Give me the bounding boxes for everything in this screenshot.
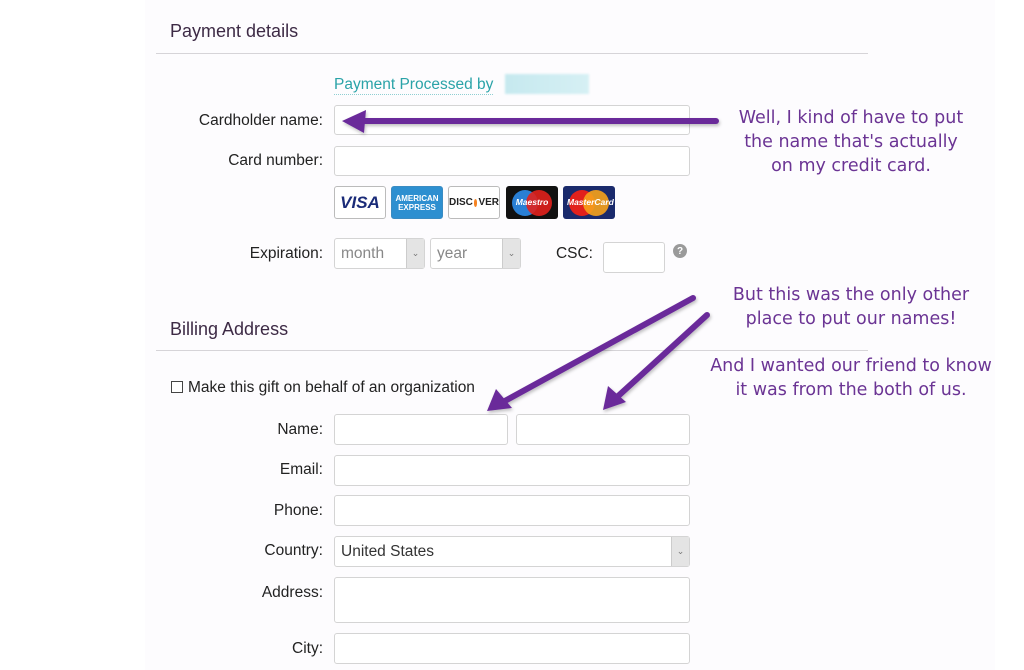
- payment-details-heading: Payment details: [170, 21, 299, 41]
- expiration-month-select[interactable]: month ⌄: [334, 238, 425, 269]
- organization-checkbox[interactable]: [171, 381, 183, 393]
- country-selected-value: United States: [341, 542, 435, 560]
- chevron-down-icon: ⌄: [671, 537, 689, 566]
- payment-processed-by-link[interactable]: Payment Processed by: [334, 76, 494, 95]
- discover-text-post: VER: [478, 197, 499, 208]
- visa-card-icon: VISA: [334, 186, 386, 219]
- email-label: Email:: [279, 461, 323, 478]
- name-label: Name:: [277, 421, 323, 438]
- city-input[interactable]: [334, 633, 690, 664]
- discover-text-pre: DISC: [449, 197, 473, 208]
- mastercard-text: MasterCard: [567, 196, 614, 207]
- note2-line2: place to put our names!: [745, 309, 957, 329]
- discover-dot: [473, 198, 478, 207]
- last-name-input[interactable]: [516, 414, 690, 445]
- country-label: Country:: [264, 542, 323, 559]
- year-selected-value: year: [437, 244, 468, 262]
- country-select[interactable]: United States ⌄: [334, 536, 690, 567]
- billing-divider: [156, 350, 868, 351]
- address-label: Address:: [261, 584, 323, 601]
- chevron-down-icon: ⌄: [502, 239, 520, 268]
- city-label: City:: [292, 640, 323, 657]
- billing-address-heading: Billing Address: [170, 319, 289, 339]
- mastercard-card-icon: MasterCard: [563, 186, 615, 219]
- organization-checkbox-label[interactable]: Make this gift on behalf of an organizat…: [188, 379, 475, 397]
- payment-divider: [156, 53, 868, 54]
- cardholder-name-input[interactable]: [334, 105, 690, 135]
- redacted-processor-name: [505, 74, 589, 94]
- email-input[interactable]: [334, 455, 690, 486]
- annotation-note-names: But this was the only other place to put…: [706, 283, 996, 331]
- annotation-note-friend: And I wanted our friend to know it was f…: [686, 354, 1016, 402]
- expiration-year-select[interactable]: year ⌄: [430, 238, 521, 269]
- maestro-card-icon: Maestro: [506, 186, 558, 219]
- card-number-input[interactable]: [334, 146, 690, 176]
- expiration-label: Expiration:: [249, 245, 323, 262]
- phone-label: Phone:: [273, 502, 323, 519]
- maestro-text: Maestro: [515, 196, 549, 207]
- cardholder-name-label: Cardholder name:: [198, 112, 323, 129]
- discover-card-icon: DISC VER: [448, 186, 500, 219]
- month-selected-value: month: [341, 244, 385, 262]
- amex-line1: AMERICAN: [395, 193, 439, 203]
- visa-text: VISA: [340, 192, 380, 212]
- card-number-label: Card number:: [228, 152, 323, 169]
- first-name-input[interactable]: [334, 414, 508, 445]
- csc-input[interactable]: [603, 242, 665, 273]
- note1-line2: the name that's actually: [744, 132, 958, 152]
- amex-card-icon: AMERICAN EXPRESS: [391, 186, 443, 219]
- help-question-icon[interactable]: ?: [673, 244, 687, 258]
- annotation-note-cardholder: Well, I kind of have to put the name tha…: [716, 106, 986, 178]
- note3-line1: And I wanted our friend to know: [710, 356, 992, 376]
- phone-input[interactable]: [334, 495, 690, 526]
- chevron-down-icon: ⌄: [406, 239, 424, 268]
- amex-line2: EXPRESS: [398, 202, 436, 212]
- note2-line1: But this was the only other: [732, 285, 970, 305]
- note1-line1: Well, I kind of have to put: [738, 108, 964, 128]
- note3-line2: it was from the both of us.: [735, 380, 967, 400]
- note1-line3: on my credit card.: [771, 156, 931, 176]
- address-textarea[interactable]: [334, 577, 690, 623]
- csc-label: CSC:: [555, 245, 593, 262]
